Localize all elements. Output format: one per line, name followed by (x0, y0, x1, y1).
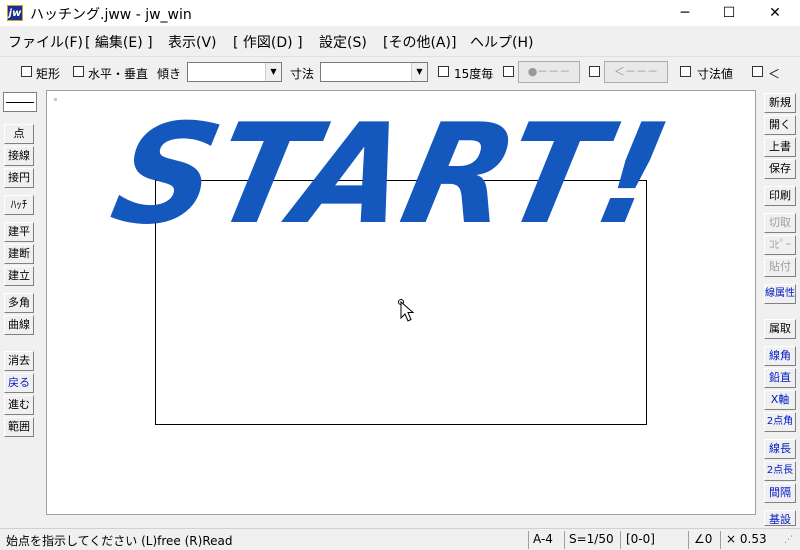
layer-indicator[interactable]: [0-0] (626, 532, 655, 546)
tool-curve[interactable]: 曲線 (4, 315, 34, 335)
menu-settings[interactable]: 設定(S) (319, 32, 367, 52)
deg15-checkbox[interactable] (438, 66, 449, 77)
maximize-button[interactable]: ☐ (706, 0, 752, 26)
status-bar: 始点を指示してください (L)free (R)Read A-4 S=1/50 [… (0, 528, 800, 550)
deg15-label: 15度毎 (454, 67, 494, 81)
cmd-x-axis[interactable]: X軸 (764, 390, 796, 410)
left-tool-palette: 点 接線 接円 ﾊｯﾁ 建平 建断 建立 多角形 曲線 消去 戻る 進む 範囲 (0, 88, 40, 526)
menu-edit[interactable]: [ 編集(E) ] (85, 32, 153, 52)
dimval-label: 寸法値 (697, 67, 734, 81)
menu-file[interactable]: ファイル(F) (8, 32, 83, 52)
tilt-label: 傾き (157, 67, 182, 81)
cmd-get-attributes[interactable]: 属取 (764, 319, 796, 339)
last-checkbox[interactable] (752, 66, 763, 77)
close-button[interactable]: ✕ (752, 0, 798, 26)
arrow-line-button[interactable]: ＜－－－ (604, 61, 668, 83)
cmd-open[interactable]: 開く (764, 115, 796, 135)
dimval-checkbox[interactable] (680, 66, 691, 77)
last-label: ＜ (768, 67, 781, 81)
drawing-canvas[interactable]: START! (46, 90, 756, 515)
tool-undo[interactable]: 戻る (4, 373, 34, 393)
resize-grip-icon[interactable]: ⋰ (784, 535, 793, 545)
cmd-two-point-angle[interactable]: 2点角 (764, 412, 796, 432)
status-divider (688, 531, 689, 549)
cmd-paste[interactable]: 貼付 (764, 257, 796, 277)
title-bar: jw ハッチング.jww - jw_win ─ ☐ ✕ (0, 0, 800, 26)
cmd-new[interactable]: 新規 (764, 93, 796, 113)
rect-label: 矩形 (36, 67, 61, 81)
tool-point[interactable]: 点 (4, 124, 34, 144)
chevron-down-icon[interactable]: ▼ (265, 63, 281, 81)
cmd-spacing[interactable]: 間隔 (764, 483, 796, 503)
cmd-base-set[interactable]: 基設 (764, 510, 796, 526)
hv-checkbox[interactable] (73, 66, 84, 77)
cmd-save[interactable]: 保存 (764, 159, 796, 179)
menu-view[interactable]: 表示(V) (168, 32, 217, 52)
cmd-two-point-length[interactable]: 2点長 (764, 461, 796, 481)
tool-tangent-circle[interactable]: 接円 (4, 168, 34, 188)
status-message: 始点を指示してください (L)free (R)Read (6, 534, 233, 548)
rect-checkbox[interactable] (21, 66, 32, 77)
cmd-line-angle[interactable]: 線角 (764, 346, 796, 366)
cmd-copy[interactable]: ｺﾋﾟｰ (764, 235, 796, 255)
tool-erase[interactable]: 消去 (4, 351, 34, 371)
tool-range[interactable]: 範囲 (4, 417, 34, 437)
minimize-button[interactable]: ─ (662, 0, 708, 26)
cmd-line-attributes[interactable]: 線属性 (764, 284, 796, 304)
point-line-button[interactable]: ●－－－ (518, 61, 580, 83)
line-sample (6, 102, 34, 103)
dim-combo[interactable]: ▼ (320, 62, 428, 82)
tool-building-plan[interactable]: 建平 (4, 222, 34, 242)
hv-label: 水平・垂直 (88, 67, 149, 81)
window-title: ハッチング.jww - jw_win (30, 7, 192, 23)
app-icon[interactable]: jw (7, 5, 23, 21)
menu-draw[interactable]: [ 作図(D) ] (233, 32, 303, 52)
cmd-print[interactable]: 印刷 (764, 186, 796, 206)
dim-label: 寸法 (290, 67, 315, 81)
cmd-overwrite[interactable]: 上書 (764, 137, 796, 157)
menu-help[interactable]: ヘルプ(H) (470, 32, 533, 52)
zoom-indicator[interactable]: × 0.53 (726, 532, 767, 546)
tilt-combo[interactable]: ▼ (187, 62, 282, 82)
banner-text: START! (100, 93, 681, 254)
cmd-cut[interactable]: 切取 (764, 213, 796, 233)
line-style-preview[interactable] (3, 92, 37, 112)
menu-other[interactable]: [その他(A)] (383, 32, 456, 52)
cmd-line-length[interactable]: 線長 (764, 439, 796, 459)
paper-size[interactable]: A-4 (533, 532, 553, 546)
status-divider (564, 531, 565, 549)
chevron-down-icon[interactable]: ▼ (411, 63, 427, 81)
arrow-checkbox[interactable] (589, 66, 600, 77)
angle-indicator[interactable]: ∠0 (694, 532, 712, 546)
cmd-vertical[interactable]: 鉛直 (764, 368, 796, 388)
cursor-arrow-icon (398, 299, 415, 322)
status-divider (620, 531, 621, 549)
tool-polygon[interactable]: 多角形 (4, 293, 34, 327)
status-divider (528, 531, 529, 549)
status-divider (720, 531, 721, 549)
tool-building-section[interactable]: 建断 (4, 244, 34, 264)
tool-building-elevation[interactable]: 建立 (4, 266, 34, 286)
tool-tangent-line[interactable]: 接線 (4, 146, 34, 166)
tool-options-bar: 矩形 水平・垂直 傾き ▼ 寸法 ▼ 15度毎 ●－－－ ＜－－－ 寸法値 ＜ (0, 56, 800, 86)
menu-bar: ファイル(F) [ 編集(E) ] 表示(V) [ 作図(D) ] 設定(S) … (0, 28, 800, 54)
drawing-scale[interactable]: S=1/50 (569, 532, 614, 546)
point-checkbox[interactable] (503, 66, 514, 77)
tool-redo[interactable]: 進む (4, 395, 34, 415)
right-command-palette: 新規 開く 上書 保存 印刷 切取 ｺﾋﾟｰ 貼付 線属性 属取 線角 鉛直 X… (760, 88, 800, 526)
tool-hatch[interactable]: ﾊｯﾁ (4, 195, 34, 215)
